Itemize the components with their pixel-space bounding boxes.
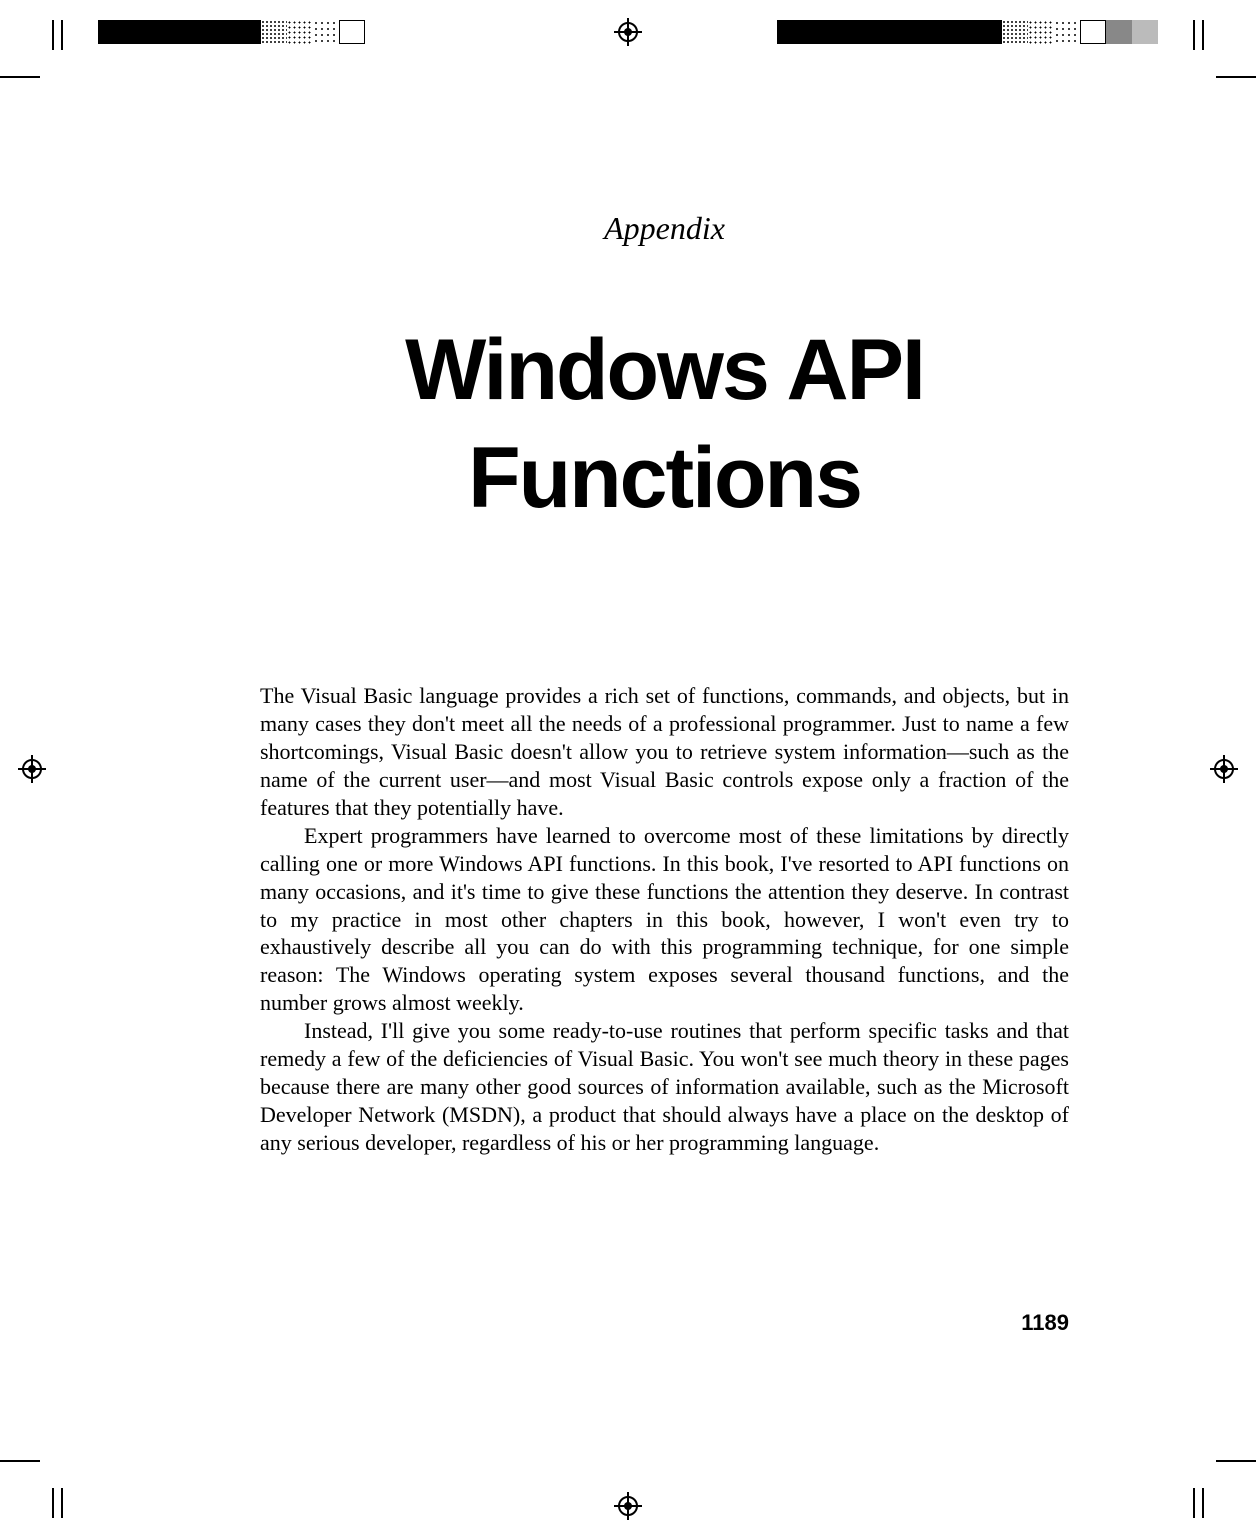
registration-mark-left bbox=[18, 755, 46, 783]
paragraph-1: The Visual Basic language provides a ric… bbox=[260, 682, 1069, 822]
registration-mark-right bbox=[1210, 755, 1238, 783]
body-text: The Visual Basic language provides a ric… bbox=[260, 682, 1069, 1157]
title-line-1: Windows API bbox=[405, 322, 924, 418]
trim-line-top bbox=[0, 76, 1256, 78]
title-line-2: Functions bbox=[468, 430, 861, 526]
paragraph-3: Instead, I'll give you some ready-to-use… bbox=[260, 1017, 1069, 1157]
registration-mark-top bbox=[614, 18, 642, 46]
paragraph-2: Expert programmers have learned to overc… bbox=[260, 822, 1069, 1018]
crop-mark-tl bbox=[30, 20, 76, 66]
printer-bar-right bbox=[777, 20, 1158, 44]
crop-mark-bl bbox=[30, 1472, 76, 1518]
printer-bar-left bbox=[98, 20, 365, 44]
overtitle: Appendix bbox=[260, 210, 1069, 247]
page-title: Windows API Functions bbox=[260, 317, 1069, 532]
crop-mark-tr bbox=[1180, 20, 1226, 66]
trim-line-bottom bbox=[0, 1460, 1256, 1462]
page-number: 1189 bbox=[1021, 1310, 1069, 1336]
page-content: Appendix Windows API Functions The Visua… bbox=[260, 210, 1069, 1157]
registration-mark-bottom bbox=[614, 1492, 642, 1520]
crop-mark-br bbox=[1180, 1472, 1226, 1518]
